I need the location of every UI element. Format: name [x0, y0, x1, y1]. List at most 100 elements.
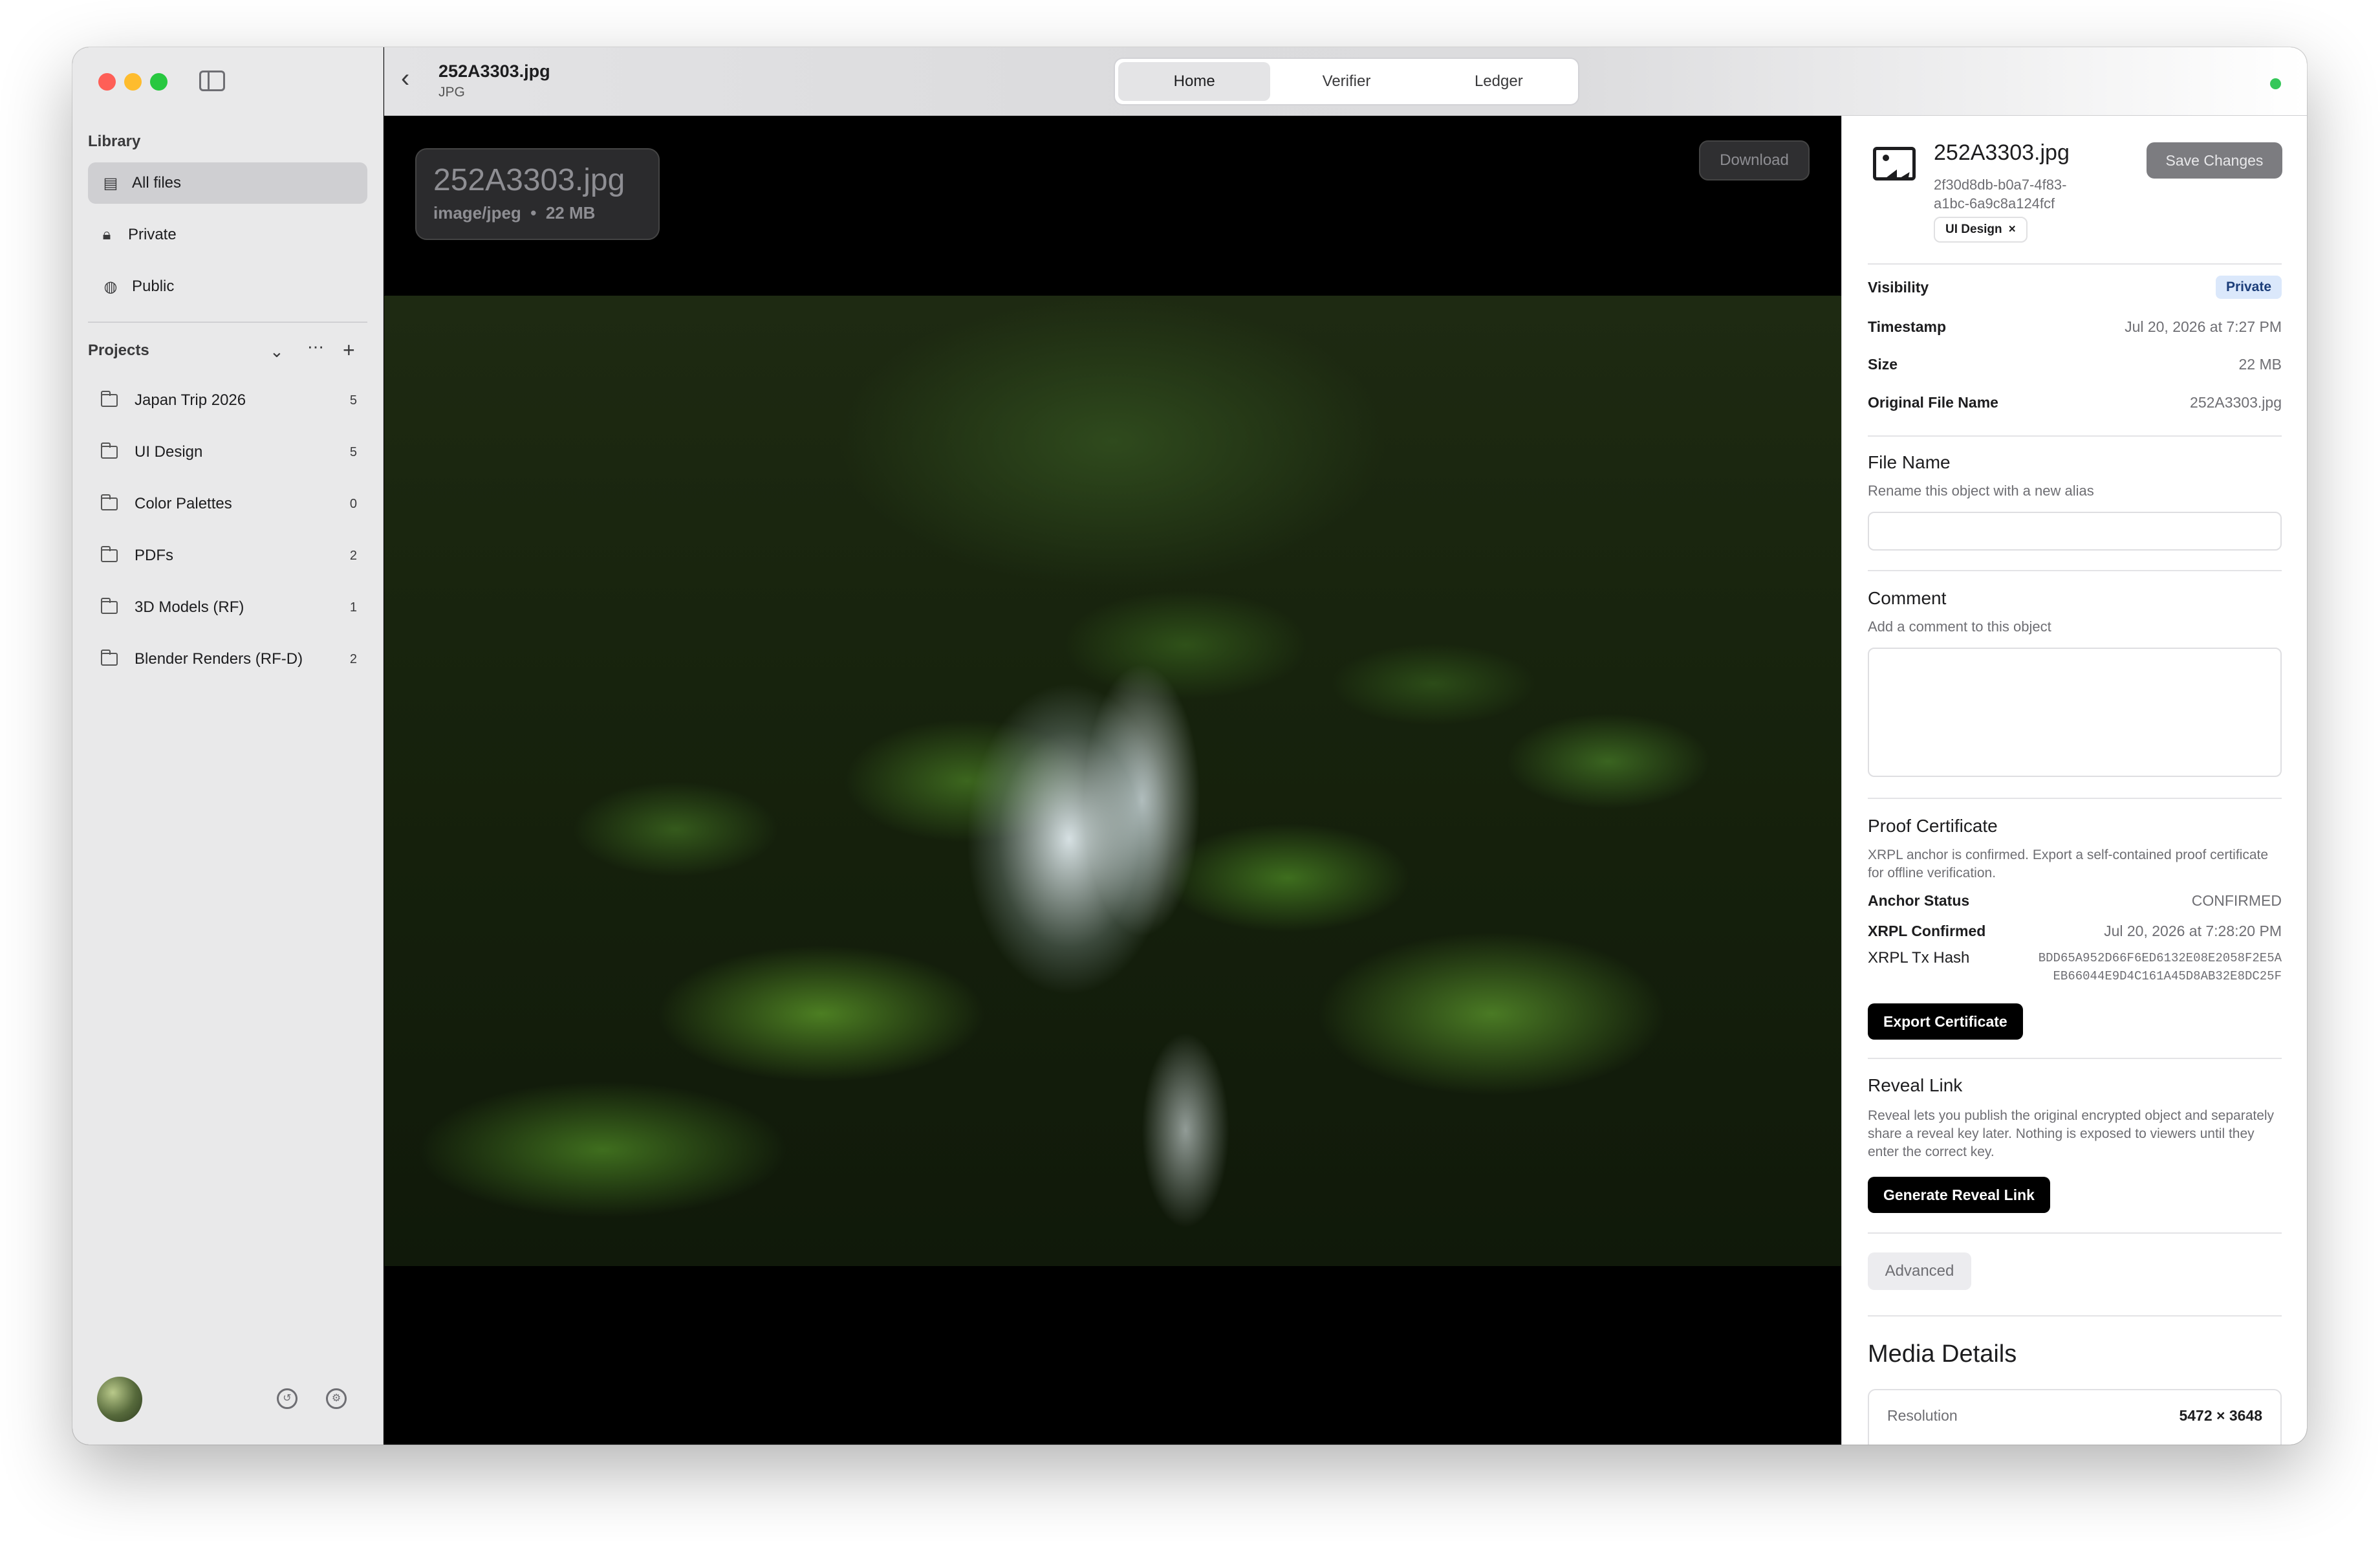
sidebar-item-all-files[interactable]: ▤ All files	[88, 162, 367, 204]
overlay-size: 22 MB	[545, 203, 596, 223]
comment-heading: Comment	[1868, 588, 1947, 608]
reveal-link-heading: Reveal Link	[1868, 1075, 1963, 1095]
add-project-icon[interactable]: +	[343, 338, 355, 362]
folder-icon	[100, 494, 118, 510]
project-name: UI Design	[135, 443, 203, 461]
xrpl-tx-hash-row: XRPL Tx Hash BDD65A952D66F6ED6132E08E205…	[1868, 949, 2282, 985]
project-name: PDFs	[135, 547, 173, 564]
overlay-separator: •	[530, 203, 537, 223]
export-certificate-button[interactable]: Export Certificate	[1868, 1003, 2023, 1040]
file-name-hint: Rename this object with a new alias	[1868, 483, 2094, 499]
folder-icon	[100, 598, 118, 614]
history-icon[interactable]: ↺	[277, 1388, 298, 1409]
original-file-name-label: Original File Name	[1868, 393, 1998, 411]
divider	[1868, 1058, 2282, 1059]
resolution-label: Resolution	[1887, 1407, 1958, 1424]
tag-remove-icon[interactable]: ×	[2009, 223, 2016, 237]
tx-hash-line-2: EB66044E9D4C161A45D8AB32E8DC25F	[2053, 969, 2282, 983]
divider	[1868, 1232, 2282, 1234]
project-item-3d-models[interactable]: 3D Models (RF) 1	[88, 587, 367, 628]
image-file-icon	[1873, 147, 1916, 180]
lock-icon: 🔒︎	[102, 226, 111, 243]
sidebar-item-label: All files	[132, 174, 182, 191]
chevron-down-icon[interactable]: ⌄	[270, 342, 284, 362]
zoom-window-button[interactable]	[150, 73, 168, 91]
save-changes-button[interactable]: Save Changes	[2147, 142, 2282, 179]
library-heading: Library	[88, 133, 141, 150]
folder-icon	[100, 443, 118, 459]
sidebar-item-private[interactable]: 🔒︎ Private	[88, 214, 367, 256]
file-info-overlay: 252A3303.jpg image/jpeg • 22 MB	[415, 148, 660, 240]
avatar[interactable]	[97, 1377, 142, 1422]
media-details-heading: Media Details	[1868, 1340, 2017, 1368]
size-value: 22 MB	[2238, 355, 2282, 373]
tab-ledger[interactable]: Ledger	[1423, 62, 1575, 101]
xrpl-tx-hash-value[interactable]: BDD65A952D66F6ED6132E08E2058F2E5A EB6604…	[2039, 949, 2282, 985]
main-tabs: Home Verifier Ledger	[1114, 58, 1579, 105]
divider	[1868, 1315, 2282, 1317]
resolution-row: Resolution 5472 × 3648	[1868, 1389, 2282, 1445]
folder-icon	[100, 391, 118, 407]
resolution-value: 5472 × 3648	[2179, 1407, 2262, 1424]
settings-icon[interactable]: ⚙	[326, 1388, 347, 1409]
tab-verifier[interactable]: Verifier	[1270, 62, 1422, 101]
project-count: 0	[349, 496, 357, 511]
project-tag: UI Design ×	[1934, 217, 2028, 243]
anchor-status-value: CONFIRMED	[2191, 891, 2282, 909]
toolbar: ‹ 252A3303.jpg JPG Home Verifier Ledger	[384, 47, 2307, 116]
preview-image	[384, 296, 1841, 1266]
back-chevron-icon[interactable]: ‹	[401, 65, 409, 91]
projects-heading: Projects	[88, 342, 149, 359]
file-name-input[interactable]	[1868, 512, 2282, 551]
project-item-pdfs[interactable]: PDFs 2	[88, 535, 367, 576]
visibility-badge[interactable]: Private	[2215, 276, 2282, 299]
close-window-button[interactable]	[98, 73, 116, 91]
project-name: Color Palettes	[135, 495, 232, 512]
sidebar-divider	[88, 322, 367, 323]
tx-hash-line-1: BDD65A952D66F6ED6132E08E2058F2E5A	[2038, 951, 2282, 965]
xrpl-confirmed-row: XRPL Confirmed Jul 20, 2026 at 7:28:20 P…	[1868, 920, 2282, 942]
project-item-ui-design[interactable]: UI Design 5	[88, 432, 367, 473]
comment-textarea[interactable]	[1868, 648, 2282, 777]
project-name: 3D Models (RF)	[135, 598, 244, 616]
minimize-window-button[interactable]	[124, 73, 142, 91]
details-file-name: 252A3303.jpg	[1934, 140, 2070, 165]
project-item-blender-renders[interactable]: Blender Renders (RF-D) 2	[88, 639, 367, 680]
sidebar-item-public[interactable]: ◍ Public	[88, 266, 367, 307]
project-count: 5	[349, 444, 357, 459]
project-count: 2	[349, 651, 357, 666]
divider	[1868, 798, 2282, 799]
xrpl-tx-hash-label: XRPL Tx Hash	[1868, 949, 1970, 967]
folder-icon	[100, 650, 118, 666]
anchor-status-label: Anchor Status	[1868, 891, 1970, 909]
xrpl-confirmed-label: XRPL Confirmed	[1868, 922, 1986, 939]
toolbar-file-name: 252A3303.jpg	[438, 61, 550, 81]
size-label: Size	[1868, 355, 1898, 373]
original-file-name-value: 252A3303.jpg	[2190, 393, 2282, 411]
project-count: 5	[349, 393, 357, 408]
comment-hint: Add a comment to this object	[1868, 618, 2051, 635]
proof-certificate-description: XRPL anchor is confirmed. Export a self-…	[1868, 847, 2269, 880]
advanced-button[interactable]: Advanced	[1868, 1252, 1971, 1290]
project-name: Blender Renders (RF-D)	[135, 650, 303, 668]
generate-reveal-link-button[interactable]: Generate Reveal Link	[1868, 1177, 2050, 1213]
project-item-color-palettes[interactable]: Color Palettes 0	[88, 483, 367, 525]
original-file-name-row: Original File Name 252A3303.jpg	[1868, 389, 2282, 415]
sidebar-toggle-icon[interactable]	[199, 71, 225, 91]
connection-status-dot	[2270, 78, 2281, 89]
object-uuid: 2f30d8db-b0a7-4f83- a1bc-6a9c8a124fcf	[1934, 175, 2067, 213]
uuid-line-1: 2f30d8db-b0a7-4f83-	[1934, 177, 2067, 193]
proof-certificate-heading: Proof Certificate	[1868, 816, 1998, 836]
visibility-label: Visibility	[1868, 278, 1929, 296]
project-item-japan-trip-2026[interactable]: Japan Trip 2026 5	[88, 380, 367, 421]
xrpl-confirmed-value: Jul 20, 2026 at 7:28:20 PM	[2104, 922, 2282, 939]
project-count: 1	[349, 600, 357, 615]
file-name-heading: File Name	[1868, 452, 1951, 472]
globe-icon: ◍	[103, 278, 118, 296]
download-button[interactable]: Download	[1699, 140, 1810, 180]
more-icon[interactable]: ⋯	[307, 337, 324, 357]
tab-home[interactable]: Home	[1118, 62, 1271, 101]
image-viewer: 252A3303.jpg image/jpeg • 22 MB Download	[384, 116, 1841, 1445]
reveal-link-description: Reveal lets you publish the original enc…	[1868, 1108, 2275, 1159]
files-icon: ▤	[103, 174, 118, 192]
